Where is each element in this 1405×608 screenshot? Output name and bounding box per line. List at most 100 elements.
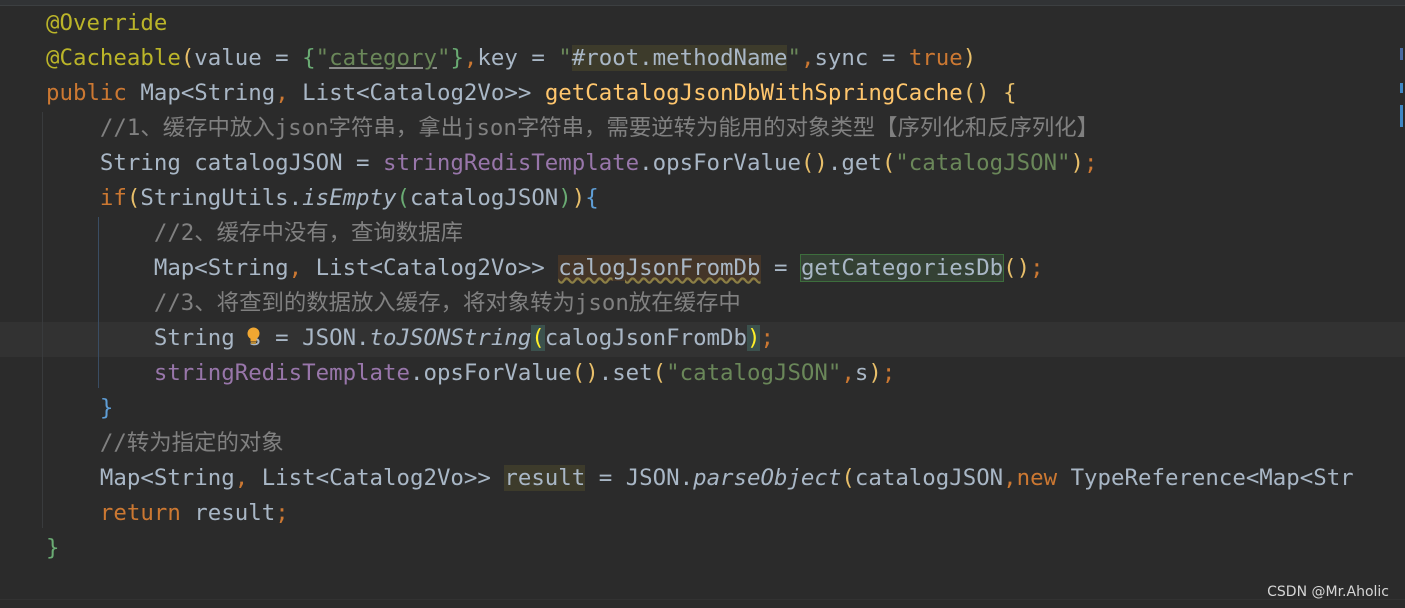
code-token: () [1003,255,1031,281]
code-token: "catalogJSON" [666,360,842,386]
code-token: return [99,500,195,526]
code-token: , [841,360,855,386]
code-token: //转为指定的对象 [99,430,284,456]
code-token: String catalogJSON = [46,150,384,176]
code-token: s [854,360,869,386]
code-line[interactable]: } [46,531,59,566]
code-token: () [571,360,599,386]
editor-bottom-strip [0,599,1405,608]
code-line[interactable]: //3、将查到的数据放入缓存，将对象转为json放在缓存中 [46,286,741,321]
code-token: ) [747,325,761,351]
code-token: getCatalogJsonDbWithSpringCache [544,80,963,106]
code-token: catalogJSON [410,185,559,211]
code-token: " [436,45,451,71]
code-line[interactable]: @Cacheable(value = {"category"},key = "#… [46,41,976,76]
code-token: key = [477,45,559,71]
code-token: new [1016,465,1071,491]
code-token: sync = [814,45,909,71]
code-token: stringRedisTemplate [383,150,640,176]
code-token: " [787,45,801,71]
code-token: TypeReference<Map<Str [1070,465,1354,491]
code-token: result [194,500,276,526]
code-token: getCategoriesDb [799,254,1005,282]
code-token: ) [1070,150,1085,176]
indent-guide [42,112,43,528]
code-token: Map<String [46,255,289,281]
code-line[interactable]: return result; [46,496,289,531]
code-line[interactable]: public Map<String, List<Catalog2Vo>> get… [46,76,1017,111]
code-token: stringRedisTemplate [153,360,410,386]
code-token: ( [841,465,855,491]
code-token: if [99,185,127,211]
code-token: , [463,45,478,71]
code-token: , [275,80,303,106]
code-token: ) [962,45,977,71]
code-token: { [585,185,599,211]
code-token: () [962,80,990,106]
code-line[interactable]: Map<String, List<Catalog2Vo>> calogJsonF… [46,251,1044,286]
code-token: .opsForValue [409,360,572,386]
scrollbar-marker[interactable] [1400,105,1403,127]
code-token: ; [1084,150,1098,176]
code-line[interactable]: String s = JSON.toJSONString(calogJsonFr… [46,321,774,356]
code-line[interactable]: @Override [46,6,167,41]
code-token: ) [558,185,572,211]
code-token: } [46,535,60,561]
code-token: result [504,465,586,491]
code-token: () [800,150,828,176]
code-line[interactable]: Map<String, List<Catalog2Vo>> result = J… [46,461,1354,496]
code-line[interactable]: //2、缓存中没有，查询数据库 [46,216,463,251]
code-token: , [234,465,262,491]
code-line[interactable]: //转为指定的对象 [46,426,284,461]
code-line[interactable]: } [46,391,113,426]
code-token: catalogJSON [854,465,1004,491]
code-token: , [800,45,815,71]
code-token: = [760,255,801,281]
code-editor[interactable]: @Override @Cacheable(value = {"category"}… [0,0,1405,608]
code-token: Map<String [140,80,276,106]
code-token: value = [194,45,303,71]
code-token: List<Catalog2Vo>> [315,255,559,281]
code-token: public [46,80,141,106]
code-token: calogJsonFromDb [544,325,747,351]
code-line[interactable]: stringRedisTemplate.opsForValue().set("c… [46,356,895,391]
code-token: " [558,45,572,71]
scrollbar-marker[interactable] [1400,83,1403,93]
code-token: @Override [46,10,168,36]
code-token: ) [868,360,882,386]
code-token: ; [881,360,896,386]
code-token: List<Catalog2Vo>> [302,80,545,106]
code-token: = JSON. [585,465,694,491]
code-token: , [1003,465,1017,491]
code-token: .set [598,360,653,386]
editor-top-border [0,0,1405,6]
code-token: ( [881,150,896,176]
code-token: " [315,45,330,71]
code-token: true [908,45,963,71]
code-token: "catalogJSON" [895,150,1071,176]
scrollbar-marker[interactable] [1400,48,1403,60]
code-token: category [329,45,437,71]
code-line[interactable]: //1、缓存中放入json字符串，拿出json字符串，需要逆转为能用的对象类型【… [46,111,1099,146]
lightbulb-icon[interactable] [246,327,261,345]
code-line[interactable]: String catalogJSON = stringRedisTemplate… [46,146,1098,181]
code-token: //3、将查到的数据放入缓存，将对象转为json放在缓存中 [153,290,741,316]
code-token: ( [126,185,141,211]
code-line[interactable]: if(StringUtils.isEmpty(catalogJSON)){ [46,181,599,216]
code-token: } [99,395,114,421]
code-token: ; [275,500,289,526]
code-token: ( [396,185,410,211]
code-token: ) [571,185,586,211]
code-token: Map<String [46,465,235,491]
code-token: ( [180,45,195,71]
code-token: //1、缓存中放入json字符串，拿出json字符串，需要逆转为能用的对象类型【… [99,115,1100,141]
